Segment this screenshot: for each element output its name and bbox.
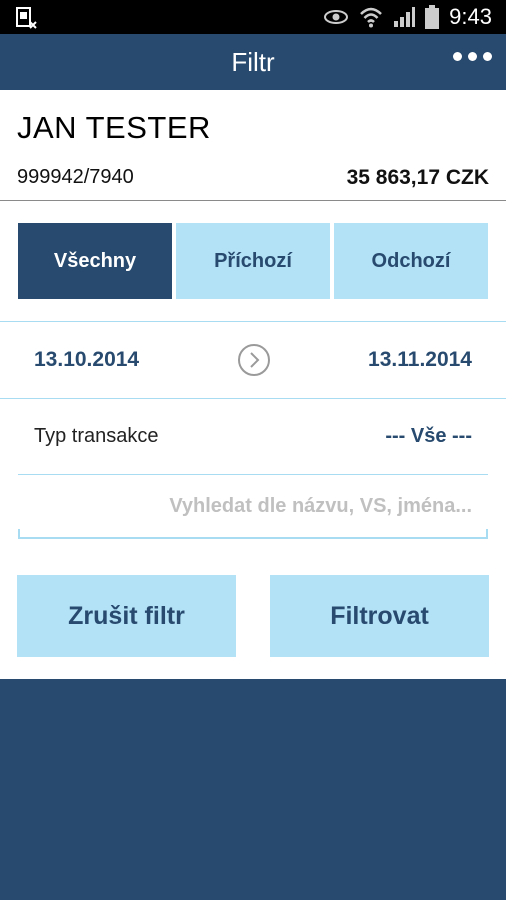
signal-icon bbox=[394, 7, 416, 27]
transaction-type-select[interactable]: Typ transakce --- Vše --- bbox=[18, 399, 488, 475]
battery-icon bbox=[425, 5, 440, 29]
eye-icon bbox=[324, 10, 349, 24]
wifi-icon bbox=[360, 7, 383, 28]
chevron-right-circle-icon bbox=[237, 344, 270, 376]
account-holder-name: JAN TESTER bbox=[17, 110, 211, 145]
clear-filter-button[interactable]: Zrušit filtr bbox=[17, 575, 236, 657]
sim-card-icon bbox=[16, 7, 37, 29]
status-bar: 9:43 bbox=[0, 0, 506, 34]
segment-all[interactable]: Všechny bbox=[18, 223, 172, 299]
search-field bbox=[18, 475, 488, 539]
date-from[interactable]: 13.10.2014 bbox=[34, 348, 139, 372]
direction-segmented-control: Všechny Příchozí Odchozí bbox=[0, 223, 506, 299]
transaction-type-value: --- Vše --- bbox=[385, 425, 472, 447]
segment-outgoing[interactable]: Odchozí bbox=[334, 223, 488, 299]
account-balance: 35 863,17 CZK bbox=[346, 166, 489, 189]
account-number: 999942/7940 bbox=[17, 166, 134, 188]
date-range: 13.10.2014 13.11.2014 bbox=[0, 322, 506, 398]
account-summary: JAN TESTER 999942/7940 35 863,17 CZK bbox=[0, 90, 506, 201]
search-input[interactable] bbox=[18, 475, 488, 537]
app-bar: Filtr bbox=[0, 34, 506, 90]
transaction-type-label: Typ transakce bbox=[34, 425, 159, 447]
date-to[interactable]: 13.11.2014 bbox=[368, 348, 472, 372]
segment-incoming[interactable]: Příchozí bbox=[176, 223, 330, 299]
overflow-menu-icon[interactable] bbox=[453, 52, 492, 61]
page-title: Filtr bbox=[231, 46, 275, 77]
status-time: 9:43 bbox=[449, 4, 492, 29]
apply-filter-button[interactable]: Filtrovat bbox=[270, 575, 489, 657]
action-buttons: Zrušit filtr Filtrovat bbox=[0, 575, 506, 657]
filter-panel: JAN TESTER 999942/7940 35 863,17 CZK Vše… bbox=[0, 90, 506, 679]
